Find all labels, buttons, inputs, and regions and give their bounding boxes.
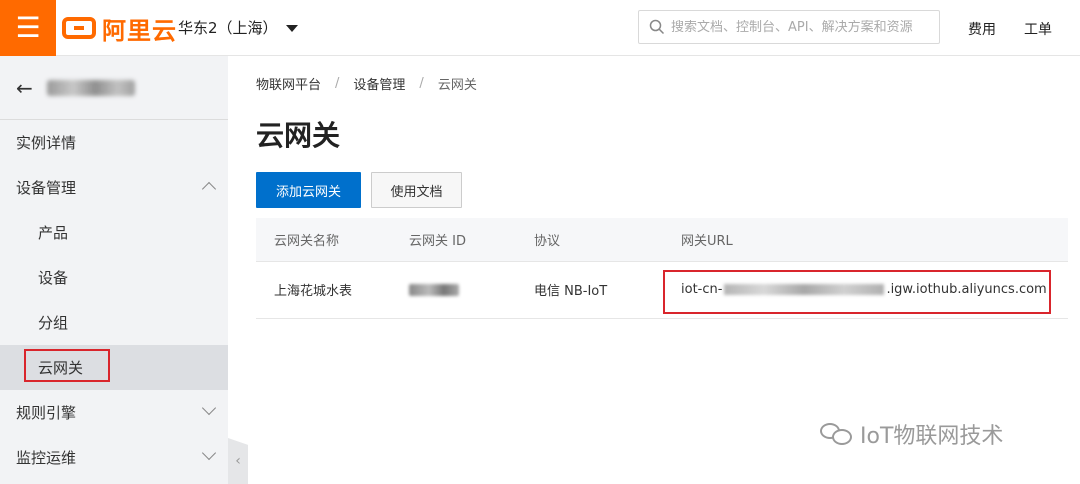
page-title: 云网关	[256, 119, 341, 152]
gateway-name-cell: 上海花城水表	[256, 261, 409, 319]
highlight-box	[24, 349, 110, 382]
billing-link[interactable]: 费用	[968, 19, 996, 39]
menu-button[interactable]: ☰	[0, 0, 56, 56]
breadcrumb: 物联网平台 / 设备管理 / 云网关	[256, 74, 477, 93]
aliyun-logo[interactable]: 阿里云	[62, 12, 177, 45]
sidebar: ← 实例详情 设备管理 产品 设备 分组 云网关 规则引擎 监控运维	[0, 56, 228, 484]
table-row[interactable]: 上海花城水表 电信 NB-IoT iot-cn- .igw.iothub.aliy…	[256, 261, 1068, 319]
breadcrumb-current: 云网关	[437, 78, 477, 93]
sidebar-item-device[interactable]: 设备	[0, 255, 228, 300]
chevron-down-icon	[201, 400, 217, 416]
caret-down-icon	[285, 25, 298, 32]
gateway-table: 云网关名称 云网关 ID 协议 网关URL 上海花城水表 电信 NB-IoT i…	[256, 218, 1068, 319]
ticket-link[interactable]: 工单	[1024, 19, 1052, 39]
region-label: 华东2（上海）	[178, 19, 278, 37]
chevron-down-icon	[201, 445, 217, 461]
sidebar-item-group[interactable]: 分组	[0, 300, 228, 345]
breadcrumb-iot-platform[interactable]: 物联网平台	[256, 74, 321, 93]
sidebar-item-monitoring[interactable]: 监控运维	[0, 435, 228, 480]
search-input[interactable]	[671, 19, 931, 35]
table-header-row: 云网关名称 云网关 ID 协议 网关URL	[256, 218, 1068, 262]
sidebar-item-instance-details[interactable]: 实例详情	[0, 120, 228, 165]
wechat-icon	[820, 421, 854, 447]
sidebar-item-label: 监控运维	[16, 449, 77, 467]
column-header-id: 云网关 ID	[409, 218, 534, 262]
search-icon	[649, 19, 665, 35]
chevron-up-icon	[201, 181, 217, 197]
sidebar-item-device-management[interactable]: 设备管理	[0, 165, 228, 210]
sidebar-item-product[interactable]: 产品	[0, 210, 228, 255]
sidebar-item-label: 设备管理	[16, 179, 77, 197]
logo-mark-icon	[62, 17, 96, 39]
add-cloud-gateway-button[interactable]: 添加云网关	[256, 172, 361, 208]
watermark-text: IoT物联网技术	[860, 424, 1004, 449]
column-header-protocol: 协议	[534, 218, 681, 262]
gateway-url: iot-cn- .igw.iothub.aliyuncs.com	[681, 282, 1047, 297]
protocol-cell: 电信 NB-IoT	[534, 261, 681, 319]
watermark: IoT物联网技术	[820, 418, 1003, 450]
sidebar-item-rule-engine[interactable]: 规则引擎	[0, 390, 228, 435]
sidebar-item-cloud-gateway[interactable]: 云网关	[0, 345, 228, 390]
search-box[interactable]	[638, 10, 940, 44]
hamburger-icon: ☰	[15, 11, 41, 44]
column-header-name: 云网关名称	[256, 218, 409, 262]
sidebar-item-label: 设备	[38, 269, 69, 287]
breadcrumb-separator: /	[419, 76, 424, 91]
breadcrumb-separator: /	[335, 76, 340, 91]
gateway-url-prefix: iot-cn-	[681, 282, 723, 297]
breadcrumb-device-management[interactable]: 设备管理	[353, 74, 405, 93]
sidebar-item-label: 规则引擎	[16, 404, 77, 422]
gateway-id-cell	[409, 261, 534, 319]
gateway-id-blurred	[409, 283, 459, 296]
sidebar-item-label: 实例详情	[16, 134, 77, 152]
url-blurred-segment	[724, 284, 885, 295]
region-selector[interactable]: 华东2（上海）	[178, 17, 298, 38]
sidebar-item-label: 分组	[38, 314, 69, 332]
logo-text: 阿里云	[102, 16, 177, 45]
instance-name-blurred	[46, 79, 135, 96]
sidebar-header: ←	[0, 56, 228, 120]
gateway-url-cell: iot-cn- .igw.iothub.aliyuncs.com	[663, 261, 1068, 319]
column-header-url: 网关URL	[681, 218, 1068, 262]
docs-button[interactable]: 使用文档	[371, 172, 462, 208]
sidebar-item-label: 产品	[38, 224, 69, 242]
back-arrow-icon[interactable]: ←	[16, 76, 33, 100]
top-bar: ☰ 阿里云 华东2（上海） 费用 工单	[0, 0, 1080, 56]
gateway-url-suffix: .igw.iothub.aliyuncs.com	[886, 282, 1047, 297]
